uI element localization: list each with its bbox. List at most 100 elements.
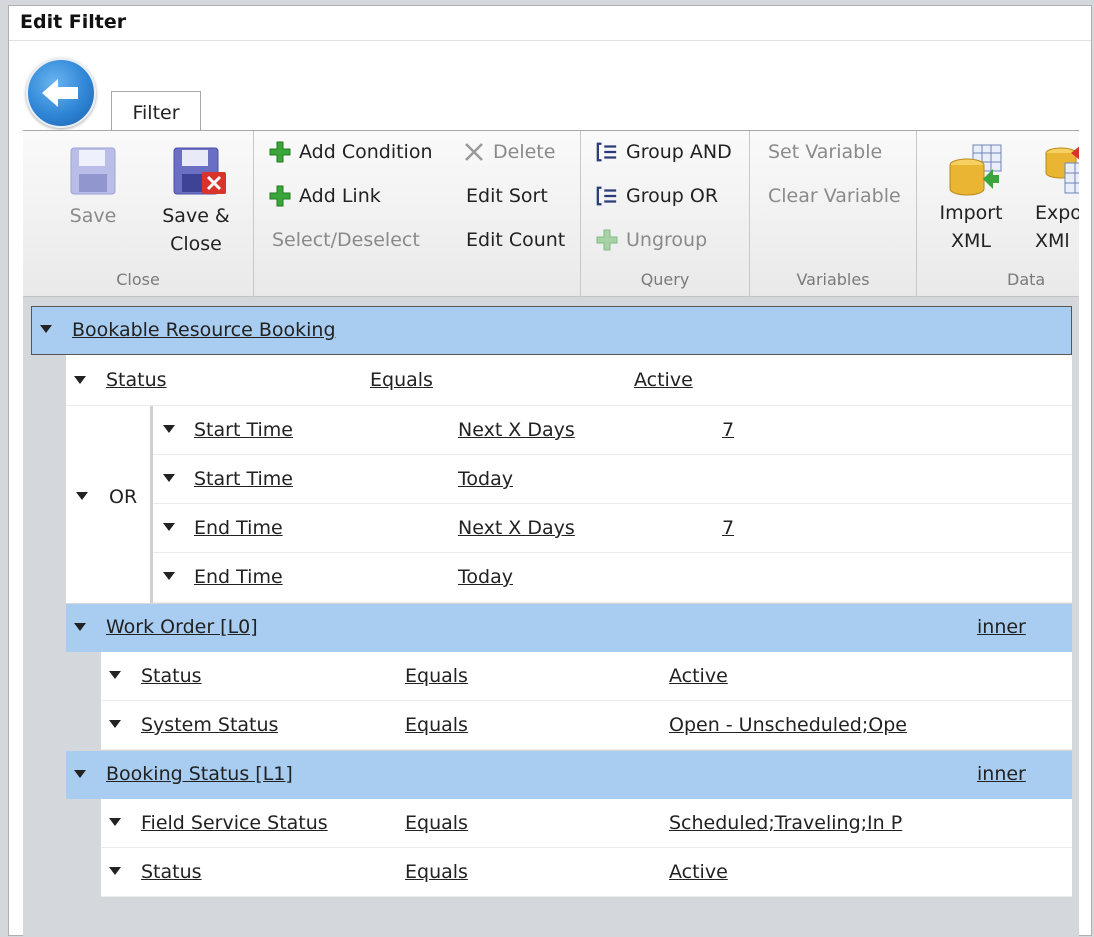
close-group-label: Close <box>116 270 160 289</box>
collapse-triangle-icon[interactable] <box>109 720 121 728</box>
back-button[interactable] <box>26 58 96 128</box>
ribbon-group-variables: Set Variable Clear Variable Variables <box>750 131 917 297</box>
green-plus-icon <box>269 185 291 207</box>
condition-value[interactable]: Active <box>669 861 914 883</box>
collapse-triangle-icon[interactable] <box>76 492 88 500</box>
condition-row[interactable]: System Status Equals Open - Unscheduled;… <box>101 701 1072 750</box>
select-deselect-button[interactable]: Select/Deselect <box>272 229 420 251</box>
or-group-label-cell[interactable]: OR <box>66 406 153 603</box>
add-link-button[interactable]: Add Link <box>269 185 381 207</box>
condition-operator[interactable]: Today <box>458 468 513 490</box>
import-label-2: XML <box>951 230 991 252</box>
add-condition-button[interactable]: Add Condition <box>269 141 433 163</box>
import-xml-button[interactable]: Import XML <box>935 143 1007 255</box>
link-join-type[interactable]: inner <box>977 616 1026 638</box>
condition-value[interactable]: 7 <box>722 517 734 539</box>
condition-value[interactable]: 7 <box>722 419 734 441</box>
condition-operator[interactable]: Equals <box>405 714 468 736</box>
condition-operator[interactable]: Equals <box>405 665 468 687</box>
link-join-type[interactable]: inner <box>977 763 1026 785</box>
ribbon-group-close: Save Save & Close Close <box>23 131 254 297</box>
condition-field[interactable]: End Time <box>194 566 283 588</box>
group-or-button[interactable]: Group OR <box>596 185 718 207</box>
condition-operator[interactable]: Today <box>458 566 513 588</box>
collapse-triangle-icon[interactable] <box>163 572 175 580</box>
condition-row[interactable]: Start Time Today <box>153 455 1072 504</box>
root-entity-row[interactable]: Bookable Resource Booking <box>31 306 1072 355</box>
back-arrow-icon <box>42 79 78 107</box>
condition-value[interactable]: Scheduled;Traveling;In P <box>669 812 914 834</box>
collapse-triangle-icon[interactable] <box>40 325 52 333</box>
link-entity-row[interactable]: Booking Status [L1] inner <box>66 751 1072 799</box>
add-link-label: Add Link <box>299 185 381 207</box>
clear-variable-label: Clear Variable <box>768 185 901 207</box>
condition-row[interactable]: Field Service Status Equals Scheduled;Tr… <box>101 799 1072 848</box>
export-label-1: Expo <box>1035 202 1079 224</box>
group-or-icon <box>596 185 618 207</box>
edit-sort-button[interactable]: Edit Sort <box>466 185 548 207</box>
link-entity-name[interactable]: Work Order [L0] <box>106 616 258 638</box>
condition-field[interactable]: Start Time <box>194 419 293 441</box>
import-database-icon <box>947 143 1002 196</box>
condition-row[interactable]: End Time Next X Days 7 <box>153 504 1072 553</box>
green-plus-icon <box>269 141 291 163</box>
condition-field[interactable]: Status <box>141 665 202 687</box>
edit-count-button[interactable]: Edit Count <box>466 229 565 251</box>
add-condition-label: Add Condition <box>299 141 433 163</box>
group-and-button[interactable]: Group AND <box>596 141 732 163</box>
export-xml-button[interactable]: Expo XMl <box>1035 143 1079 255</box>
collapse-triangle-icon[interactable] <box>163 425 175 433</box>
condition-value[interactable]: Open - Unscheduled;Ope <box>669 714 914 736</box>
root-entity-name[interactable]: Bookable Resource Booking <box>72 319 336 341</box>
condition-field[interactable]: System Status <box>141 714 278 736</box>
collapse-triangle-icon[interactable] <box>109 867 121 875</box>
condition-operator[interactable]: Equals <box>405 812 468 834</box>
save-label: Save <box>69 205 117 227</box>
clear-variable-button[interactable]: Clear Variable <box>768 185 901 207</box>
condition-row[interactable]: Status Equals Active <box>66 355 1072 406</box>
link-entity-name[interactable]: Booking Status [L1] <box>106 763 293 785</box>
condition-field[interactable]: Start Time <box>194 468 293 490</box>
save-close-label-1: Save & <box>162 205 230 227</box>
delete-button[interactable]: Delete <box>463 141 555 163</box>
ribbon-group-edit: Add Condition Add Link Select/Deselect D… <box>254 131 581 297</box>
collapse-triangle-icon[interactable] <box>74 623 86 631</box>
ungroup-button[interactable]: Ungroup <box>596 229 707 251</box>
ribbon-group-data: Import XML Expo XMl Data <box>917 131 1079 297</box>
data-group-label: Data <box>1007 270 1046 289</box>
group-and-label: Group AND <box>626 141 732 163</box>
condition-operator[interactable]: Next X Days <box>458 419 575 441</box>
tab-filter[interactable]: Filter <box>111 91 201 131</box>
condition-field[interactable]: Status <box>141 861 202 883</box>
select-deselect-label: Select/Deselect <box>272 229 420 251</box>
collapse-triangle-icon[interactable] <box>109 671 121 679</box>
collapse-triangle-icon[interactable] <box>163 523 175 531</box>
link-entity-row[interactable]: Work Order [L0] inner <box>66 604 1072 652</box>
condition-row[interactable]: End Time Today <box>153 553 1072 603</box>
condition-row[interactable]: Status Equals Active <box>101 652 1072 701</box>
edit-sort-label: Edit Sort <box>466 185 548 207</box>
condition-value[interactable]: Active <box>634 369 693 391</box>
condition-field[interactable]: Status <box>106 369 167 391</box>
condition-field[interactable]: End Time <box>194 517 283 539</box>
group-or-label: Group OR <box>626 185 719 207</box>
floppy-disk-icon <box>69 146 117 198</box>
condition-value[interactable]: Active <box>669 665 914 687</box>
save-close-label-2: Close <box>170 233 222 255</box>
save-close-button[interactable]: Save & Close <box>156 146 236 258</box>
collapse-triangle-icon[interactable] <box>163 474 175 482</box>
delete-x-icon <box>463 141 485 163</box>
condition-operator[interactable]: Equals <box>405 861 468 883</box>
set-variable-button[interactable]: Set Variable <box>768 141 882 163</box>
save-button[interactable]: Save <box>58 146 128 230</box>
condition-row[interactable]: Status Equals Active <box>101 848 1072 897</box>
condition-field[interactable]: Field Service Status <box>141 812 328 834</box>
collapse-triangle-icon[interactable] <box>74 376 86 384</box>
condition-operator[interactable]: Next X Days <box>458 517 575 539</box>
collapse-triangle-icon[interactable] <box>109 818 121 826</box>
collapse-triangle-icon[interactable] <box>74 770 86 778</box>
condition-row[interactable]: Start Time Next X Days 7 <box>153 406 1072 455</box>
filter-tree: Bookable Resource Booking Status Equals … <box>23 297 1079 937</box>
or-group-label: OR <box>109 486 138 508</box>
condition-operator[interactable]: Equals <box>370 369 433 391</box>
